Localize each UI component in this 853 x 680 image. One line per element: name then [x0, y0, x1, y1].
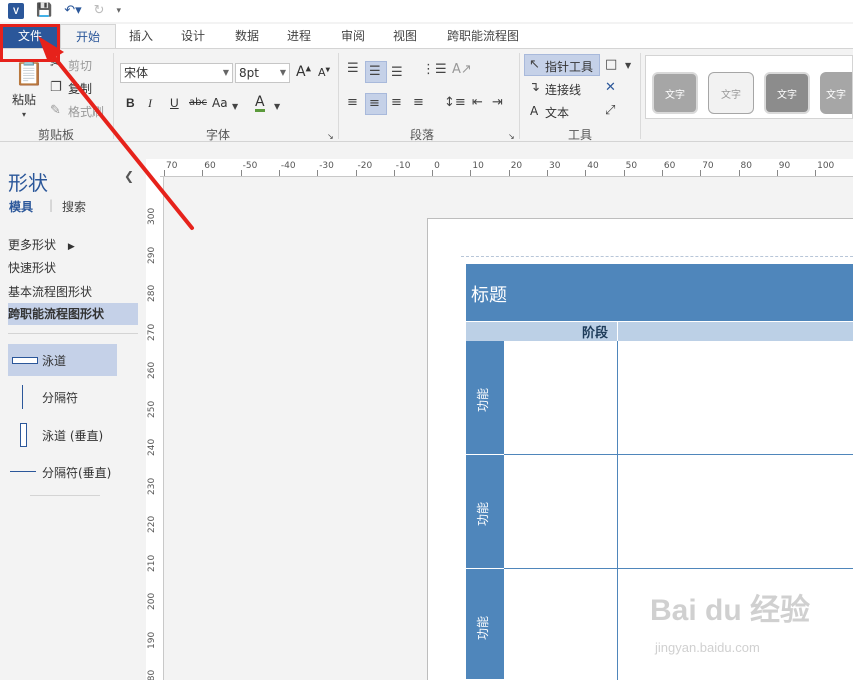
annotation-arrow-icon	[38, 36, 194, 230]
